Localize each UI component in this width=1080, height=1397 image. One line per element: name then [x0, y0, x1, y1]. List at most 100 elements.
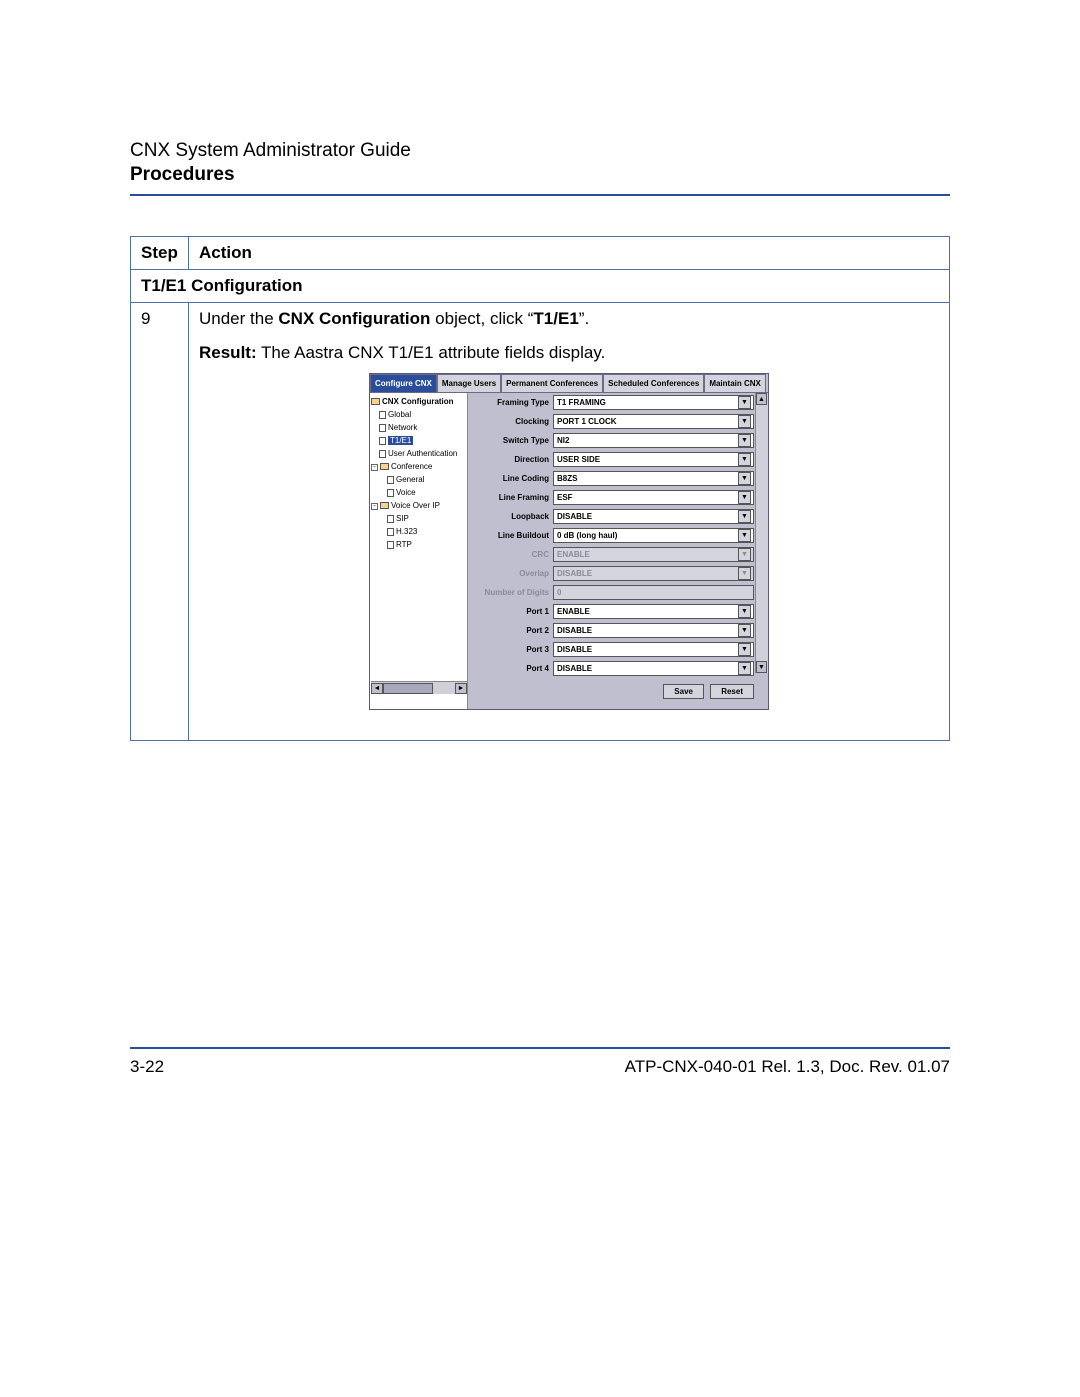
footer-rule: [130, 1047, 950, 1049]
procedure-table: Step Action T1/E1 Configuration 9 Under …: [130, 236, 950, 741]
select-line-coding[interactable]: B8ZS▼: [553, 471, 754, 486]
tree-item-network[interactable]: Network: [371, 421, 467, 434]
tree-root[interactable]: CNX Configuration: [371, 395, 467, 408]
chevron-down-icon[interactable]: ▼: [738, 605, 751, 618]
select-overlap: DISABLE▼: [553, 566, 754, 581]
form-buttons: Save Reset: [468, 678, 768, 699]
form-panel: ▲ ▼ Framing TypeT1 FRAMING▼ ClockingPORT…: [468, 393, 768, 709]
doc-reference: ATP-CNX-040-01 Rel. 1.3, Doc. Rev. 01.07: [625, 1057, 950, 1077]
tree-item-global[interactable]: Global: [371, 408, 467, 421]
field-overlap: OverlapDISABLE▼: [468, 564, 768, 583]
tree-item-voip[interactable]: -Voice Over IP: [371, 499, 467, 512]
col-action: Action: [189, 237, 950, 270]
doc-icon: [387, 541, 394, 549]
tree-item-voice[interactable]: Voice: [371, 486, 467, 499]
reset-button[interactable]: Reset: [710, 684, 754, 699]
select-clocking[interactable]: PORT 1 CLOCK▼: [553, 414, 754, 429]
chevron-down-icon[interactable]: ▼: [738, 491, 751, 504]
field-switch-type: Switch TypeNI2▼: [468, 431, 768, 450]
doc-icon: [387, 528, 394, 536]
collapse-icon[interactable]: -: [371, 503, 378, 510]
table-row: 9 Under the CNX Configuration object, cl…: [131, 303, 950, 741]
doc-icon: [379, 437, 386, 445]
scroll-right-icon[interactable]: ►: [455, 683, 467, 694]
doc-icon: [379, 424, 386, 432]
select-switch-type[interactable]: NI2▼: [553, 433, 754, 448]
form-vscroll[interactable]: ▲ ▼: [755, 393, 768, 673]
action-cell: Under the CNX Configuration object, clic…: [189, 303, 950, 741]
chevron-down-icon[interactable]: ▼: [738, 434, 751, 447]
select-port2[interactable]: DISABLE▼: [553, 623, 754, 638]
tree-item-rtp[interactable]: RTP: [371, 538, 467, 551]
select-direction[interactable]: USER SIDE▼: [553, 452, 754, 467]
tab-scheduled-conferences[interactable]: Scheduled Conferences: [603, 374, 704, 392]
page-footer: 3-22 ATP-CNX-040-01 Rel. 1.3, Doc. Rev. …: [130, 1047, 950, 1077]
tree-item-sip[interactable]: SIP: [371, 512, 467, 525]
input-number-of-digits: 0: [553, 585, 754, 600]
doc-icon: [387, 476, 394, 484]
chevron-down-icon[interactable]: ▼: [738, 510, 751, 523]
subheader: T1/E1 Configuration: [131, 270, 950, 303]
chevron-down-icon: ▼: [738, 567, 751, 580]
chevron-down-icon[interactable]: ▼: [738, 643, 751, 656]
field-direction: DirectionUSER SIDE▼: [468, 450, 768, 469]
chevron-down-icon[interactable]: ▼: [738, 662, 751, 675]
tab-manage-users[interactable]: Manage Users: [437, 374, 501, 392]
scroll-up-icon[interactable]: ▲: [756, 393, 767, 405]
document-page: CNX System Administrator Guide Procedure…: [0, 0, 1080, 1397]
field-line-buildout: Line Buildout0 dB (long haul)▼: [468, 526, 768, 545]
tree-item-h323[interactable]: H.323: [371, 525, 467, 538]
scroll-down-icon[interactable]: ▼: [756, 661, 767, 673]
collapse-icon[interactable]: -: [371, 464, 378, 471]
field-line-coding: Line CodingB8ZS▼: [468, 469, 768, 488]
scroll-thumb[interactable]: [383, 683, 433, 694]
field-port4: Port 4DISABLE▼: [468, 659, 768, 678]
chevron-down-icon[interactable]: ▼: [738, 624, 751, 637]
header-rule: [130, 194, 950, 196]
field-port3: Port 3DISABLE▼: [468, 640, 768, 659]
tab-maintain-cnx[interactable]: Maintain CNX: [704, 374, 766, 392]
step-number: 9: [131, 303, 189, 741]
chevron-down-icon[interactable]: ▼: [738, 453, 751, 466]
doc-icon: [379, 450, 386, 458]
doc-icon: [387, 515, 394, 523]
chevron-down-icon[interactable]: ▼: [738, 415, 751, 428]
tree-item-user-auth[interactable]: User Authentication: [371, 447, 467, 460]
select-framing-type[interactable]: T1 FRAMING▼: [553, 395, 754, 410]
save-button[interactable]: Save: [663, 684, 704, 699]
doc-title: CNX System Administrator Guide: [130, 140, 950, 162]
tab-configure-cnx[interactable]: Configure CNX: [370, 374, 437, 392]
tab-bar: Configure CNX Manage Users Permanent Con…: [370, 374, 768, 392]
chevron-down-icon: ▼: [738, 548, 751, 561]
select-port1[interactable]: ENABLE▼: [553, 604, 754, 619]
field-line-framing: Line FramingESF▼: [468, 488, 768, 507]
tab-permanent-conferences[interactable]: Permanent Conferences: [501, 374, 603, 392]
folder-icon: [380, 463, 389, 470]
folder-icon: [380, 502, 389, 509]
select-port4[interactable]: DISABLE▼: [553, 661, 754, 676]
col-step: Step: [131, 237, 189, 270]
select-line-framing[interactable]: ESF▼: [553, 490, 754, 505]
chevron-down-icon[interactable]: ▼: [738, 396, 751, 409]
doc-icon: [379, 411, 386, 419]
field-port1: Port 1ENABLE▼: [468, 602, 768, 621]
tree-item-general[interactable]: General: [371, 473, 467, 486]
tree-item-t1e1[interactable]: T1/E1: [371, 434, 467, 447]
doc-icon: [387, 489, 394, 497]
tree-hscroll[interactable]: ◄ ►: [371, 681, 467, 694]
field-framing-type: Framing TypeT1 FRAMING▼: [468, 393, 768, 412]
action-text: Under the CNX Configuration object, clic…: [199, 309, 939, 329]
chevron-down-icon[interactable]: ▼: [738, 529, 751, 542]
tree-item-conference[interactable]: -Conference: [371, 460, 467, 473]
chevron-down-icon[interactable]: ▼: [738, 472, 751, 485]
select-port3[interactable]: DISABLE▼: [553, 642, 754, 657]
table-header-row: Step Action: [131, 237, 950, 270]
folder-icon: [371, 398, 380, 405]
select-line-buildout[interactable]: 0 dB (long haul)▼: [553, 528, 754, 543]
scroll-left-icon[interactable]: ◄: [371, 683, 383, 694]
field-loopback: LoopbackDISABLE▼: [468, 507, 768, 526]
field-number-of-digits: Number of Digits0: [468, 583, 768, 602]
select-loopback[interactable]: DISABLE▼: [553, 509, 754, 524]
embedded-app: Configure CNX Manage Users Permanent Con…: [369, 373, 769, 710]
page-number: 3-22: [130, 1057, 164, 1077]
